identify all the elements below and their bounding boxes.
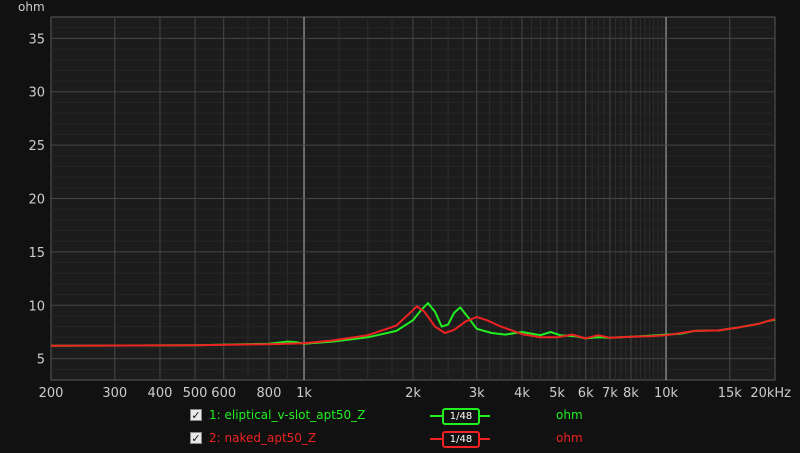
series-1-label: 1: eliptical_v-slot_apt50_Z — [209, 408, 366, 422]
x-tick-label: 20kHz — [750, 386, 791, 400]
series-1-checkbox[interactable]: ✓ — [190, 409, 202, 421]
legend-row-1: ✓ 1: eliptical_v-slot_apt50_Z 1/48 ohm — [0, 407, 800, 427]
series-2-unit: ohm — [556, 431, 583, 445]
y-axis-label: ohm — [18, 0, 45, 14]
series-2-smoothing-value: 1/48 — [442, 431, 480, 448]
x-tick-label: 8k — [623, 386, 639, 400]
series-1-smoothing-button[interactable]: 1/48 — [430, 408, 490, 425]
x-tick-label: 10k — [654, 386, 679, 400]
series-2-label: 2: naked_apt50_Z — [209, 431, 317, 445]
impedance-chart: 5 10 15 20 25 30 35 200 300 400 500 600 800 1k 2k 3k 4k 5… — [18, 0, 791, 400]
series-1-smoothing-value: 1/48 — [442, 408, 480, 425]
x-tick-label: 2k — [405, 386, 421, 400]
y-tick-label: 30 — [28, 86, 45, 101]
x-tick-label: 200 — [39, 386, 64, 400]
series-2-checkbox[interactable]: ✓ — [190, 432, 202, 444]
x-tick-label: 400 — [148, 386, 173, 400]
x-tick-label: 500 — [183, 386, 208, 400]
x-tick-label: 600 — [211, 386, 236, 400]
x-tick-label: 1k — [296, 386, 312, 400]
x-tick-label: 3k — [469, 386, 485, 400]
y-tick-label: 25 — [28, 139, 45, 154]
legend: ✓ 1: eliptical_v-slot_apt50_Z 1/48 ohm ✓… — [0, 400, 800, 453]
x-tick-label: 800 — [257, 386, 282, 400]
x-tick-label: 5k — [549, 386, 565, 400]
x-tick-label: 6k — [578, 386, 594, 400]
y-tick-label: 15 — [28, 246, 45, 261]
x-tick-label: 4k — [514, 386, 530, 400]
y-tick-label: 5 — [37, 353, 45, 368]
y-tick-label: 20 — [28, 193, 45, 208]
legend-row-2: ✓ 2: naked_apt50_Z 1/48 ohm — [0, 430, 800, 450]
x-tick-label: 300 — [102, 386, 127, 400]
y-tick-label: 35 — [28, 32, 45, 47]
series-1-unit: ohm — [556, 408, 583, 422]
series-2-smoothing-button[interactable]: 1/48 — [430, 431, 490, 448]
x-tick-label: 15k — [718, 386, 743, 400]
y-tick-label: 10 — [28, 299, 45, 314]
x-tick-label: 7k — [602, 386, 618, 400]
